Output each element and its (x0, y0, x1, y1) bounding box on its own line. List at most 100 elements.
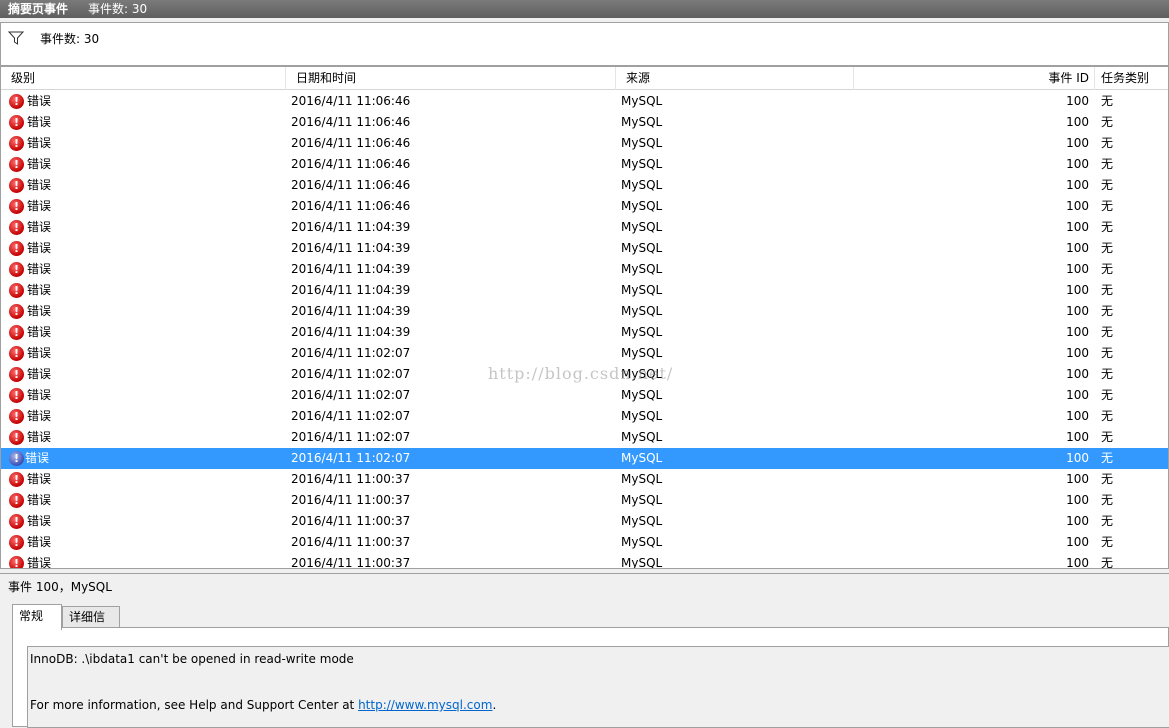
event-detail-pane: 事件 100，MySQL 常规 详细信息 InnoDB: .\ibdata1 c… (0, 573, 1169, 728)
table-row[interactable]: ! 错误 2016/4/11 11:06:46 MySQL 100 无 (1, 91, 1168, 112)
table-row[interactable]: ! 错误 2016/4/11 11:04:39 MySQL 100 无 (1, 259, 1168, 280)
cell-task: 无 (1101, 535, 1114, 549)
cell-event-id: 100 (1066, 430, 1089, 444)
tab-general[interactable]: 常规 (12, 604, 62, 630)
cell-datetime: 2016/4/11 11:00:37 (291, 514, 411, 528)
table-row[interactable]: ! 错误 2016/4/11 11:02:07 MySQL 100 无 (1, 427, 1168, 448)
event-message-box[interactable]: InnoDB: .\ibdata1 can't be opened in rea… (27, 646, 1169, 728)
table-row[interactable]: ! 错误 2016/4/11 11:02:07 MySQL 100 无 (1, 448, 1168, 469)
table-row[interactable]: ! 错误 2016/4/11 11:06:46 MySQL 100 无 (1, 175, 1168, 196)
cell-datetime: 2016/4/11 11:06:46 (291, 115, 411, 129)
column-header-datetime[interactable]: 日期和时间 (286, 67, 616, 90)
column-header-level[interactable]: 级别 (1, 67, 286, 90)
cell-event-id: 100 (1066, 178, 1089, 192)
cell-event-id: 100 (1066, 220, 1089, 234)
funnel-icon[interactable] (8, 31, 24, 45)
table-row[interactable]: ! 错误 2016/4/11 11:06:46 MySQL 100 无 (1, 196, 1168, 217)
table-row[interactable]: ! 错误 2016/4/11 11:00:37 MySQL 100 无 (1, 469, 1168, 490)
error-icon: ! (9, 430, 24, 445)
cell-source: MySQL (621, 304, 663, 318)
cell-datetime: 2016/4/11 11:04:39 (291, 325, 411, 339)
event-message-line1: InnoDB: .\ibdata1 can't be opened in rea… (30, 652, 354, 666)
cell-datetime: 2016/4/11 11:00:37 (291, 493, 411, 507)
error-icon: ! (9, 262, 24, 277)
error-icon: ! (9, 388, 24, 403)
cell-datetime: 2016/4/11 11:04:39 (291, 304, 411, 318)
cell-event-id: 100 (1066, 346, 1089, 360)
event-message-prefix: For more information, see Help and Suppo… (30, 698, 359, 712)
tab-details[interactable]: 详细信息 (62, 606, 120, 644)
cell-task: 无 (1101, 493, 1114, 507)
table-row[interactable]: ! 错误 2016/4/11 11:04:39 MySQL 100 无 (1, 238, 1168, 259)
mysql-link[interactable]: http://www.mysql.com (358, 698, 492, 712)
cell-source: MySQL (621, 136, 663, 150)
table-row[interactable]: ! 错误 2016/4/11 11:02:07 MySQL 100 无 (1, 364, 1168, 385)
event-rows: ! 错误 2016/4/11 11:06:46 MySQL 100 无! 错误 2016/4/… (1, 91, 1168, 569)
cell-datetime: 2016/4/11 11:06:46 (291, 199, 411, 213)
cell-level: 错误 (27, 283, 52, 297)
cell-event-id: 100 (1066, 262, 1089, 276)
cell-event-id: 100 (1066, 283, 1089, 297)
error-icon: ! (9, 220, 24, 235)
cell-datetime: 2016/4/11 11:02:07 (291, 346, 411, 360)
cell-datetime: 2016/4/11 11:04:39 (291, 220, 411, 234)
cell-source: MySQL (621, 493, 663, 507)
table-row[interactable]: ! 错误 2016/4/11 11:02:07 MySQL 100 无 (1, 406, 1168, 427)
cell-level: 错误 (27, 325, 52, 339)
cell-task: 无 (1101, 346, 1114, 360)
column-header-event-id[interactable]: 事件 ID (854, 67, 1095, 90)
table-row[interactable]: ! 错误 2016/4/11 11:06:46 MySQL 100 无 (1, 112, 1168, 133)
cell-datetime: 2016/4/11 11:04:39 (291, 262, 411, 276)
event-list[interactable]: 级别 日期和时间 来源 事件 ID 任务类别 ! 错误 2016/4/11 11:0… (0, 66, 1169, 569)
cell-source: MySQL (621, 514, 663, 528)
cell-datetime: 2016/4/11 11:00:37 (291, 556, 411, 569)
cell-level: 错误 (27, 556, 52, 569)
cell-event-id: 100 (1066, 493, 1089, 507)
cell-event-id: 100 (1066, 472, 1089, 486)
cell-level: 错误 (27, 220, 52, 234)
cell-source: MySQL (621, 346, 663, 360)
table-row[interactable]: ! 错误 2016/4/11 11:06:46 MySQL 100 无 (1, 154, 1168, 175)
cell-level: 错误 (27, 472, 52, 486)
error-icon: ! (9, 304, 24, 319)
column-header-task[interactable]: 任务类别 (1095, 67, 1168, 90)
cell-source: MySQL (621, 367, 663, 381)
error-icon: ! (9, 283, 24, 298)
table-row[interactable]: ! 错误 2016/4/11 11:04:39 MySQL 100 无 (1, 301, 1168, 322)
cell-event-id: 100 (1066, 409, 1089, 423)
cell-level: 错误 (27, 514, 52, 528)
cell-datetime: 2016/4/11 11:04:39 (291, 283, 411, 297)
cell-task: 无 (1101, 430, 1114, 444)
cell-source: MySQL (621, 241, 663, 255)
table-row[interactable]: ! 错误 2016/4/11 11:02:07 MySQL 100 无 (1, 343, 1168, 364)
table-row[interactable]: ! 错误 2016/4/11 11:02:07 MySQL 100 无 (1, 385, 1168, 406)
cell-source: MySQL (621, 157, 663, 171)
cell-task: 无 (1101, 241, 1114, 255)
table-row[interactable]: ! 错误 2016/4/11 11:00:37 MySQL 100 无 (1, 553, 1168, 569)
cell-level: 错误 (27, 94, 52, 108)
general-tab-panel: InnoDB: .\ibdata1 can't be opened in rea… (12, 627, 1169, 728)
cell-task: 无 (1101, 283, 1114, 297)
table-row[interactable]: ! 错误 2016/4/11 11:04:39 MySQL 100 无 (1, 217, 1168, 238)
cell-task: 无 (1101, 94, 1114, 108)
error-icon: ! (9, 472, 24, 487)
table-row[interactable]: ! 错误 2016/4/11 11:00:37 MySQL 100 无 (1, 490, 1168, 511)
cell-task: 无 (1101, 220, 1114, 234)
cell-event-id: 100 (1066, 388, 1089, 402)
table-row[interactable]: ! 错误 2016/4/11 11:04:39 MySQL 100 无 (1, 322, 1168, 343)
column-header-source[interactable]: 来源 (616, 67, 854, 90)
table-row[interactable]: ! 错误 2016/4/11 11:04:39 MySQL 100 无 (1, 280, 1168, 301)
cell-source: MySQL (621, 115, 663, 129)
cell-level: 错误 (27, 493, 52, 507)
cell-level: 错误 (27, 409, 52, 423)
cell-source: MySQL (621, 220, 663, 234)
cell-source: MySQL (621, 556, 663, 569)
error-icon: ! (9, 535, 24, 550)
title-bar: 摘要页事件 事件数: 30 (0, 0, 1169, 18)
table-row[interactable]: ! 错误 2016/4/11 11:06:46 MySQL 100 无 (1, 133, 1168, 154)
cell-datetime: 2016/4/11 11:06:46 (291, 94, 411, 108)
table-row[interactable]: ! 错误 2016/4/11 11:00:37 MySQL 100 无 (1, 511, 1168, 532)
error-icon: ! (9, 325, 24, 340)
table-row[interactable]: ! 错误 2016/4/11 11:00:37 MySQL 100 无 (1, 532, 1168, 553)
error-icon: ! (9, 514, 24, 529)
